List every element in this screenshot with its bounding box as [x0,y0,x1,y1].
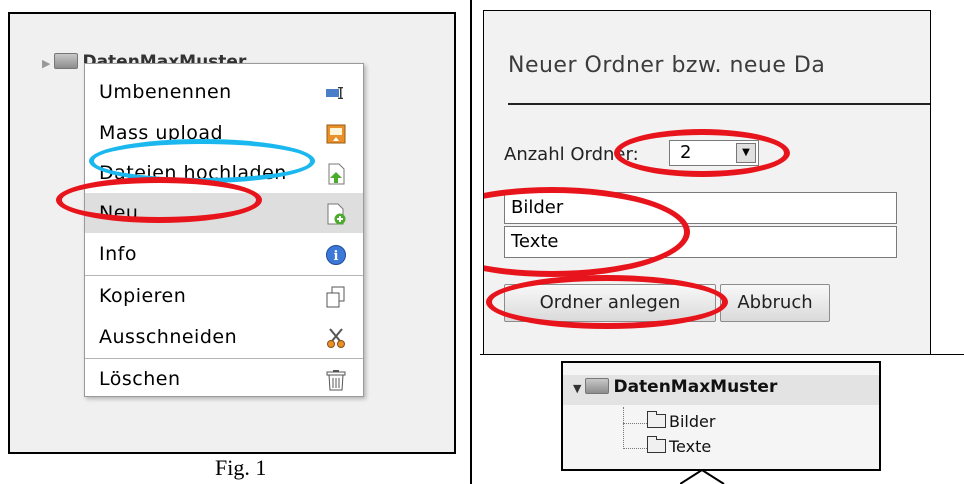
menu-item-label: Info [99,243,137,265]
tree-root-node[interactable]: ▼ DatenMaxMuster [573,377,777,397]
menu-item-rename[interactable]: Umbenennen [85,72,363,112]
new-file-icon [325,203,347,225]
folder-icon [647,436,666,453]
folder-label: Texte [669,437,712,456]
rename-icon [325,82,347,104]
copy-icon [325,286,347,308]
menu-item-label: Umbenennen [99,81,232,103]
highlight-ellipse-new [56,177,262,223]
info-icon: i [325,244,347,266]
menu-item-delete[interactable]: Löschen [85,359,363,399]
tree-folder-item[interactable]: Bilder [647,411,716,431]
menu-item-label: Ausschneiden [99,326,238,348]
tree-root-label: DatenMaxMuster [613,377,778,397]
file-tree-panel: ▶ DatenMaxMuster Umbenennen Mass upload D… [8,12,456,454]
menu-item-copy[interactable]: Kopieren [85,276,363,316]
cancel-button[interactable]: Abbruch [720,284,830,322]
menu-item-label: Kopieren [99,285,187,307]
tree-connector [623,423,647,424]
server-icon [585,378,610,394]
highlight-ellipse-create [486,275,728,329]
menu-item-cut[interactable]: Ausschneiden [85,317,363,357]
svg-text:i: i [334,249,339,264]
upload-file-icon [325,163,347,185]
collapse-arrow-icon[interactable]: ▼ [573,382,581,395]
tree-connector [623,407,624,449]
figure-caption: Fig. 1 [215,455,267,480]
expand-arrow-icon[interactable]: ▶ [42,57,50,70]
new-folder-dialog: Neuer Ordner bzw. neue Da Anzahl Ordner:… [483,10,931,355]
folder-icon [647,411,666,428]
context-menu: Umbenennen Mass upload Dateien hochladen… [84,63,364,397]
trash-icon [325,369,347,391]
title-rule [508,103,930,105]
dialog-title: Neuer Ordner bzw. neue Da [508,53,826,78]
highlight-ellipse-count [614,129,790,177]
highlight-ellipse-upload [89,139,315,183]
divider-line [470,0,472,484]
menu-item-info[interactable]: Info i [85,234,363,274]
tree-folder-item[interactable]: Texte [647,436,712,456]
result-tree-panel: ▼ DatenMaxMuster Bilder Texte [561,361,881,471]
mass-upload-icon [325,123,347,145]
scissors-icon [325,327,347,349]
folder-label: Bilder [669,412,716,431]
server-icon [54,53,79,69]
tree-connector [623,448,647,449]
callout-pointer [680,469,725,484]
menu-item-label: Löschen [99,368,181,390]
